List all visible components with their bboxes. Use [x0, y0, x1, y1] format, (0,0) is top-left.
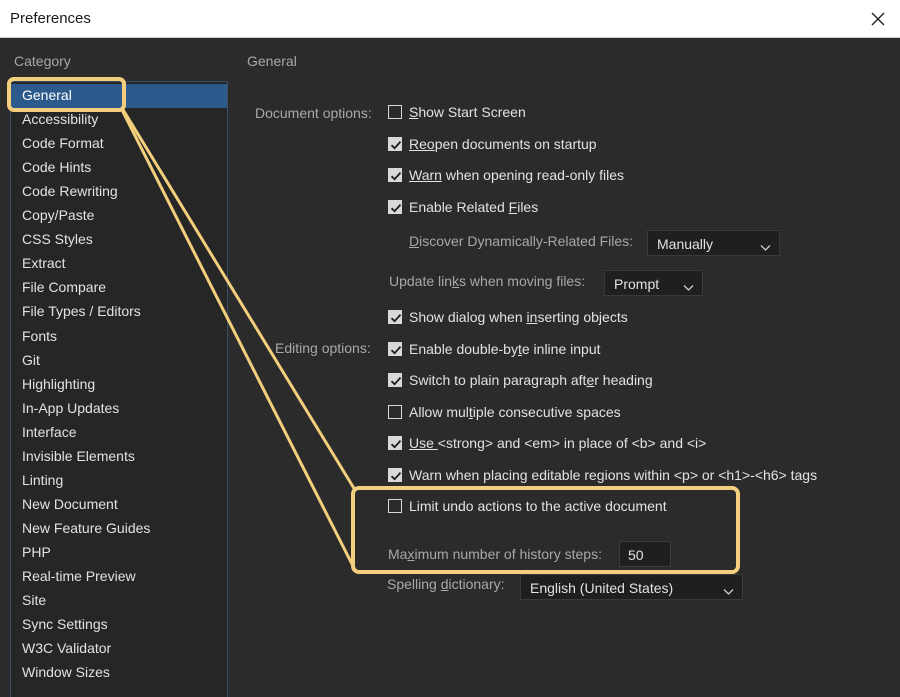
category-item-code-rewriting[interactable]: Code Rewriting	[22, 183, 118, 199]
checkmark-icon	[390, 377, 402, 386]
warn-readonly-checkbox[interactable]	[388, 168, 402, 182]
section-header: General	[247, 53, 297, 69]
reopen-documents-label: Reopen documents on startup	[409, 136, 597, 152]
warn-editable-label: Warn when placing editable regions withi…	[409, 467, 818, 483]
window-title: Preferences	[10, 10, 91, 27]
category-header: Category	[14, 53, 71, 69]
limit-undo-checkbox[interactable]	[388, 499, 402, 513]
category-item-site[interactable]: Site	[22, 592, 46, 608]
spelling-dictionary-dropdown[interactable]: English (United States)	[520, 574, 743, 600]
category-list[interactable]: General Accessibility Code Format Code Hint…	[10, 81, 228, 697]
category-item-in-app-updates[interactable]: In-App Updates	[22, 400, 119, 416]
category-item-file-compare[interactable]: File Compare	[22, 279, 106, 295]
category-item-real-time-preview[interactable]: Real-time Preview	[22, 568, 136, 584]
discover-related-files-dropdown[interactable]: Manually	[647, 230, 780, 256]
spelling-dictionary-label: Spelling dictionary:	[387, 576, 505, 592]
category-item-invisible-elements[interactable]: Invisible Elements	[22, 448, 135, 464]
show-start-screen-label: Show Start Screen	[409, 104, 526, 120]
update-links-label: Update links when moving files:	[389, 273, 586, 289]
warn-editable-checkbox[interactable]	[388, 468, 402, 482]
checkmark-icon	[390, 346, 402, 355]
spelling-dictionary-value: English (United States)	[530, 580, 674, 596]
editing-options-label: Editing options:	[275, 340, 371, 356]
reopen-documents-checkbox[interactable]	[388, 137, 402, 151]
category-item-w3c-validator[interactable]: W3C Validator	[22, 640, 111, 656]
use-strong-checkbox[interactable]	[388, 436, 402, 450]
history-steps-value: 50	[628, 547, 644, 563]
enable-related-files-label: Enable Related Files	[409, 199, 539, 215]
category-item-window-sizes[interactable]: Window Sizes	[22, 664, 110, 680]
warn-readonly-label: Warn when opening read-only files	[409, 167, 625, 183]
category-item-general[interactable]: General	[22, 87, 72, 103]
enable-related-files-checkbox[interactable]	[388, 200, 402, 214]
chevron-down-icon	[723, 583, 734, 601]
multiple-spaces-checkbox[interactable]	[388, 405, 402, 419]
title-bar: Preferences	[0, 0, 900, 38]
checkmark-icon	[390, 204, 402, 213]
category-item-new-document[interactable]: New Document	[22, 496, 118, 512]
close-icon[interactable]	[868, 9, 888, 29]
checkmark-icon	[390, 314, 402, 323]
category-item-new-feature-guides[interactable]: New Feature Guides	[22, 520, 150, 536]
category-item-extract[interactable]: Extract	[22, 255, 66, 271]
plain-paragraph-label: Switch to plain paragraph after heading	[409, 372, 653, 388]
discover-related-files-label: Discover Dynamically-Related Files:	[409, 233, 634, 249]
preferences-window: Preferences Category General General Acce…	[0, 0, 900, 697]
use-strong-label: Use <strong> and <em> in place of <b> an…	[409, 435, 707, 451]
category-item-linting[interactable]: Linting	[22, 472, 63, 488]
category-item-interface[interactable]: Interface	[22, 424, 76, 440]
category-item-highlighting[interactable]: Highlighting	[22, 376, 95, 392]
category-item-accessibility[interactable]: Accessibility	[22, 111, 98, 127]
history-steps-label: Maximum number of history steps:	[388, 546, 602, 562]
update-links-value: Prompt	[614, 276, 660, 292]
category-item-copy-paste[interactable]: Copy/Paste	[22, 207, 94, 223]
double-byte-label: Enable double-byte inline input	[409, 341, 601, 357]
category-item-css-styles[interactable]: CSS Styles	[22, 231, 93, 247]
show-dialog-label: Show dialog when inserting objects	[409, 309, 628, 325]
category-item-code-format[interactable]: Code Format	[22, 135, 104, 151]
multiple-spaces-label: Allow multiple consecutive spaces	[409, 404, 621, 420]
checkmark-icon	[390, 172, 402, 181]
update-links-dropdown[interactable]: Prompt	[604, 270, 703, 296]
show-start-screen-checkbox[interactable]	[388, 105, 402, 119]
category-item-git[interactable]: Git	[22, 352, 40, 368]
chevron-down-icon	[760, 239, 771, 257]
category-item-fonts[interactable]: Fonts	[22, 328, 57, 344]
category-item-php[interactable]: PHP	[22, 544, 51, 560]
double-byte-checkbox[interactable]	[388, 342, 402, 356]
category-item-file-types-editors[interactable]: File Types / Editors	[22, 303, 141, 319]
category-item-code-hints[interactable]: Code Hints	[22, 159, 91, 175]
history-steps-input[interactable]: 50	[619, 541, 671, 567]
limit-undo-label: Limit undo actions to the active documen…	[409, 498, 667, 514]
checkmark-icon	[390, 440, 402, 449]
checkmark-icon	[390, 141, 402, 150]
show-dialog-checkbox[interactable]	[388, 310, 402, 324]
plain-paragraph-checkbox[interactable]	[388, 373, 402, 387]
checkmark-icon	[390, 472, 402, 481]
chevron-down-icon	[683, 279, 694, 297]
discover-related-files-value: Manually	[657, 236, 714, 252]
document-options-label: Document options:	[255, 105, 372, 121]
category-item-sync-settings[interactable]: Sync Settings	[22, 616, 108, 632]
